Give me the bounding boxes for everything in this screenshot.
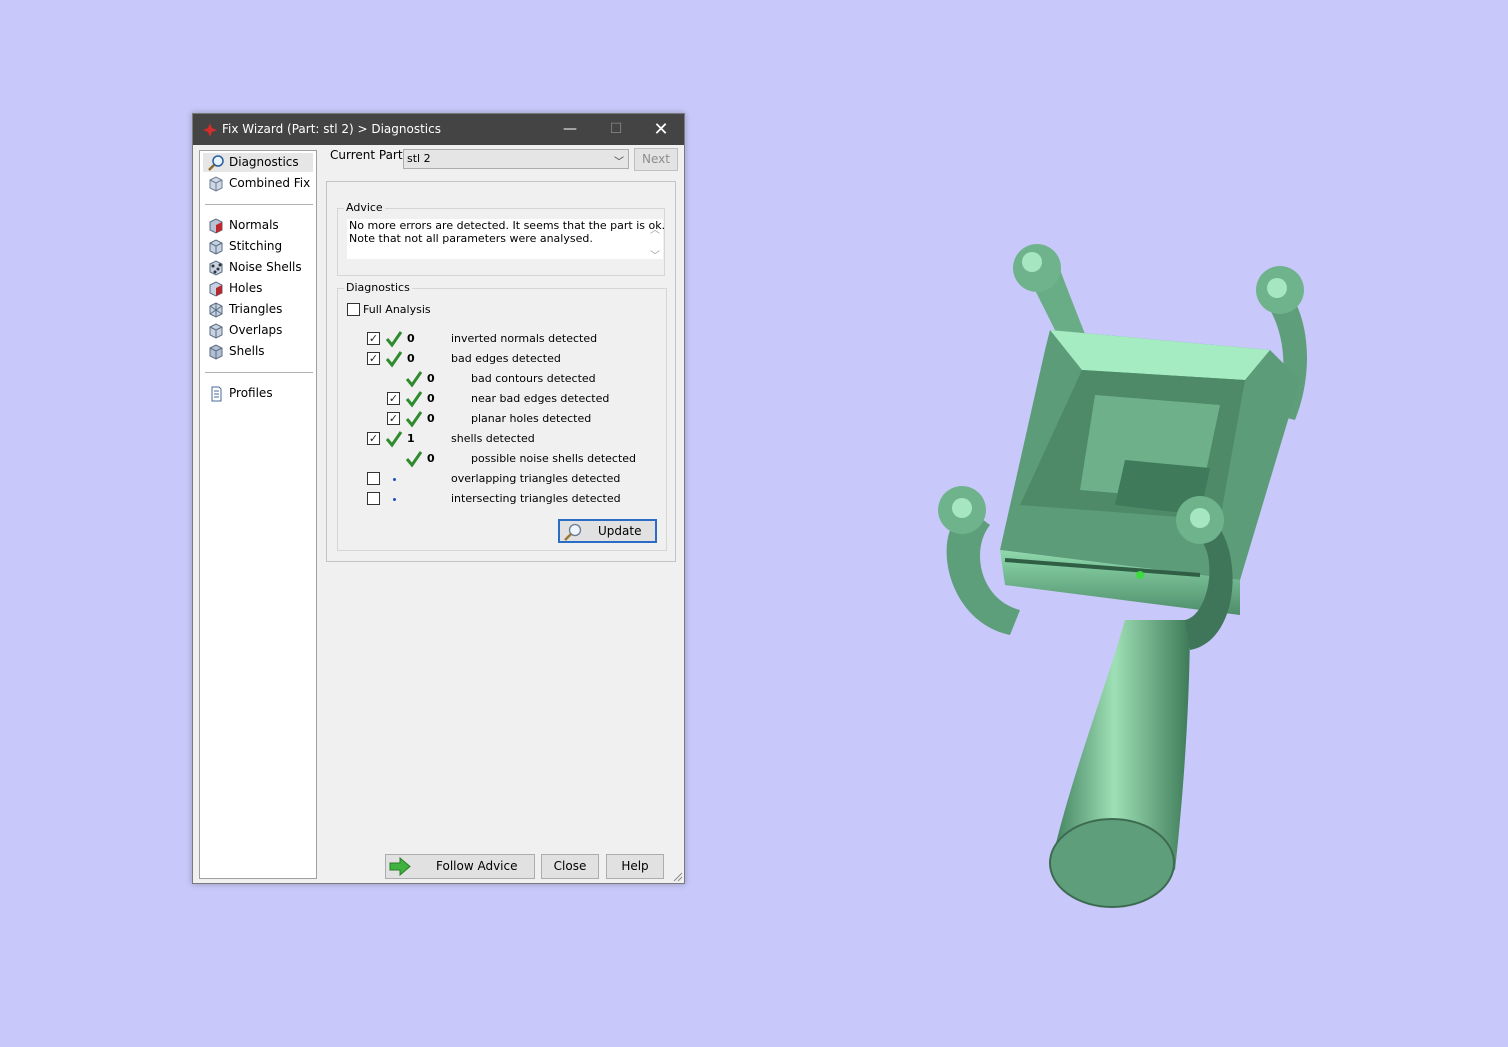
- close-button[interactable]: Close: [541, 854, 599, 879]
- sidebar-item-label: Holes: [229, 281, 263, 295]
- advice-line: Note that not all parameters were analys…: [349, 232, 593, 245]
- chevron-down-icon: ﹀: [614, 157, 624, 168]
- checkmark-icon: [405, 391, 423, 408]
- maximize-button[interactable]: ☐: [593, 114, 639, 145]
- noise-shells-label: possible noise shells detected: [471, 452, 637, 465]
- checkmark-icon: [385, 351, 403, 368]
- inverted-normals-label: inverted normals detected: [451, 332, 598, 345]
- stitching-cube-icon: [209, 239, 223, 255]
- cube-icon: [209, 176, 223, 192]
- bad-contours-label: bad contours detected: [471, 372, 596, 385]
- current-part-label: Current Part:: [330, 148, 407, 162]
- sidebar-item-stitching[interactable]: Stitching: [203, 237, 313, 256]
- window-title: Fix Wizard (Part: stl 2) > Diagnostics: [222, 122, 441, 136]
- noise-shells-count: 0: [427, 452, 435, 465]
- near-bad-edges-label: near bad edges detected: [471, 392, 610, 405]
- next-button[interactable]: Next: [634, 148, 678, 171]
- intersecting-triangles-label: intersecting triangles detected: [451, 492, 621, 505]
- planar-holes-count: 0: [427, 412, 435, 425]
- sidebar-item-triangles[interactable]: Triangles: [203, 300, 313, 319]
- stl-part-model[interactable]: [900, 220, 1340, 930]
- diagnostics-group: Diagnostics Full Analysis ✓ 0 inverted n…: [337, 281, 667, 551]
- planar-holes-label: planar holes detected: [471, 412, 592, 425]
- near-bad-edges-checkbox[interactable]: ✓: [387, 392, 400, 405]
- bad-edges-checkbox[interactable]: ✓: [367, 352, 380, 365]
- advice-line: No more errors are detected. It seems th…: [349, 219, 666, 232]
- diagnostics-panel: Advice No more errors are detected. It s…: [326, 181, 676, 562]
- shells-cube-icon: [209, 344, 223, 360]
- shells-label: shells detected: [451, 432, 535, 445]
- shells-count: 1: [407, 432, 415, 445]
- sidebar-item-label: Triangles: [229, 302, 283, 316]
- app-logo-icon: [203, 123, 217, 137]
- checkmark-icon: [405, 451, 423, 468]
- sidebar-item-combined-fix[interactable]: Combined Fix: [203, 174, 313, 193]
- checkmark-icon: [405, 411, 423, 428]
- holes-cube-icon: [209, 281, 223, 297]
- overlapping-triangles-checkbox[interactable]: [367, 472, 380, 485]
- inverted-normals-count: 0: [407, 332, 415, 345]
- overlaps-cube-icon: [209, 323, 223, 339]
- checkmark-icon: [385, 331, 403, 348]
- checkmark-icon: [405, 371, 423, 388]
- update-button[interactable]: Update: [558, 519, 657, 543]
- bad-contours-count: 0: [427, 372, 435, 385]
- sidebar-item-profiles[interactable]: Profiles: [203, 384, 313, 403]
- sidebar-item-shells[interactable]: Shells: [203, 342, 313, 361]
- magnifier-icon: [564, 523, 582, 541]
- magnifier-icon: [208, 155, 224, 171]
- scroll-up-icon[interactable]: ︿: [650, 221, 660, 236]
- near-bad-edges-count: 0: [427, 392, 435, 405]
- sidebar-item-noise-shells[interactable]: Noise Shells: [203, 258, 313, 277]
- sidebar-item-normals[interactable]: Normals: [203, 216, 313, 235]
- current-part-value: stl 2: [407, 152, 431, 165]
- close-window-button[interactable]: ✕: [638, 114, 684, 145]
- pending-dot-icon: [393, 498, 396, 501]
- title-bar[interactable]: Fix Wizard (Part: stl 2) > Diagnostics —…: [193, 114, 684, 145]
- planar-holes-checkbox[interactable]: ✓: [387, 412, 400, 425]
- normals-cube-icon: [209, 218, 223, 234]
- sidebar-item-label: Diagnostics: [229, 155, 299, 169]
- shells-checkbox[interactable]: ✓: [367, 432, 380, 445]
- inverted-normals-checkbox[interactable]: ✓: [367, 332, 380, 345]
- arrow-right-icon: [389, 857, 411, 876]
- current-part-select[interactable]: stl 2 ﹀: [403, 149, 629, 169]
- sidebar-divider: [205, 372, 313, 373]
- full-analysis-checkbox[interactable]: [347, 303, 360, 316]
- sidebar-item-label: Stitching: [229, 239, 283, 253]
- pending-dot-icon: [393, 478, 396, 481]
- diagnostics-title: Diagnostics: [344, 281, 412, 294]
- sidebar-item-overlaps[interactable]: Overlaps: [203, 321, 313, 340]
- checkmark-icon: [385, 431, 403, 448]
- follow-advice-label: Follow Advice: [436, 859, 518, 873]
- fix-wizard-window: Fix Wizard (Part: stl 2) > Diagnostics —…: [192, 113, 685, 884]
- follow-advice-button[interactable]: Follow Advice: [385, 854, 535, 879]
- sidebar-item-label: Profiles: [229, 386, 273, 400]
- bad-edges-label: bad edges detected: [451, 352, 561, 365]
- sidebar-item-label: Noise Shells: [229, 260, 302, 274]
- update-label: Update: [598, 524, 642, 538]
- full-analysis-label: Full Analysis: [363, 303, 431, 316]
- sidebar-item-diagnostics[interactable]: Diagnostics: [203, 153, 313, 172]
- advice-group: Advice No more errors are detected. It s…: [337, 201, 666, 276]
- triangles-cube-icon: [209, 302, 223, 318]
- advice-text: No more errors are detected. It seems th…: [347, 219, 666, 262]
- sidebar-item-label: Shells: [229, 344, 265, 358]
- noise-shells-icon: [209, 260, 223, 276]
- sidebar: Diagnostics Combined Fix Normals Stitchi…: [199, 150, 317, 879]
- sidebar-item-label: Overlaps: [229, 323, 283, 337]
- sidebar-item-label: Normals: [229, 218, 279, 232]
- resize-grip-icon[interactable]: [673, 872, 683, 882]
- bad-edges-count: 0: [407, 352, 415, 365]
- sidebar-item-label: Combined Fix: [229, 176, 311, 190]
- sidebar-item-holes[interactable]: Holes: [203, 279, 313, 298]
- overlapping-triangles-label: overlapping triangles detected: [451, 472, 621, 485]
- intersecting-triangles-checkbox[interactable]: [367, 492, 380, 505]
- advice-title: Advice: [344, 201, 385, 214]
- scroll-down-icon[interactable]: ﹀: [650, 247, 660, 262]
- minimize-button[interactable]: —: [547, 114, 593, 145]
- document-icon: [211, 386, 222, 402]
- help-button[interactable]: Help: [606, 854, 664, 879]
- sidebar-divider: [205, 204, 313, 205]
